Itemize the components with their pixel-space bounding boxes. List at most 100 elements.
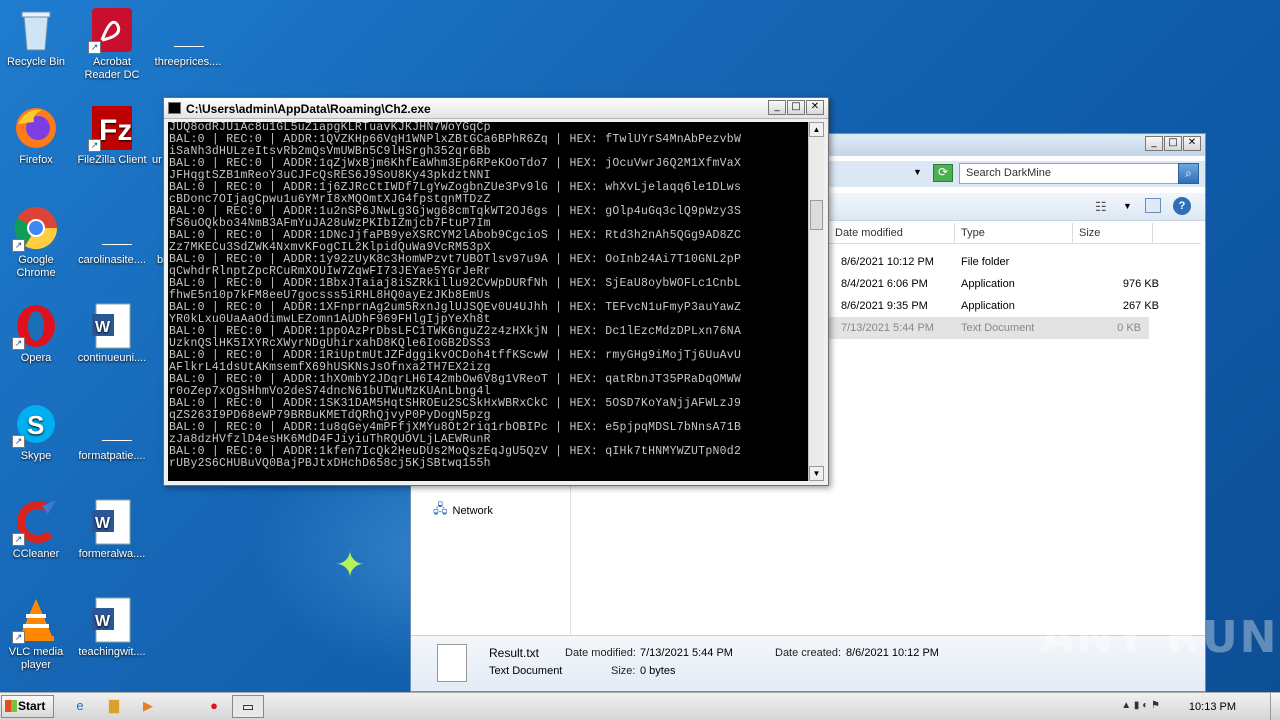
desktop: ✦ Recycle Bin ↗ Acrobat Reader DC threep… xyxy=(0,0,1280,692)
desktop-icon-opera[interactable]: ↗ Opera xyxy=(0,302,74,365)
search-icon[interactable]: ⌕ xyxy=(1178,163,1199,184)
taskbar-clock[interactable]: 10:13 PM xyxy=(1189,701,1236,713)
desktop-icon-label: Acrobat Reader DC xyxy=(84,56,140,81)
details-size-label: Size: xyxy=(611,665,636,677)
maximize-button[interactable]: □ xyxy=(787,100,805,115)
details-size: 0 bytes xyxy=(640,665,676,677)
desktop-icon-label: Recycle Bin xyxy=(6,56,66,68)
firefox-icon xyxy=(12,104,60,152)
minimize-button[interactable]: _ xyxy=(1145,136,1163,151)
acrobat-icon: ↗ xyxy=(88,6,136,54)
desktop-icon-label: teachingwit.... xyxy=(78,646,146,658)
scroll-down-icon[interactable]: ▼ xyxy=(809,466,824,481)
media-player-taskbar-icon[interactable]: ▶ xyxy=(134,695,162,718)
desktop-icon-label: VLC media player xyxy=(8,646,64,671)
start-button[interactable]: Start xyxy=(1,695,54,718)
desktop-icon-formatpatie[interactable]: formatpatie.... xyxy=(74,400,150,463)
column-type[interactable]: Type xyxy=(955,223,1073,243)
search-input[interactable]: Search DarkMine xyxy=(959,163,1199,184)
blank-file-icon xyxy=(164,6,212,54)
file-row-selected[interactable]: 7/13/2021 5:44 PM Text Document 0 KB xyxy=(829,317,1149,339)
desktop-icon-continueuni[interactable]: W continueuni.... xyxy=(74,302,150,365)
address-dropdown-icon[interactable]: ▼ xyxy=(913,167,922,177)
desktop-icon-label: carolinasite.... xyxy=(78,254,146,266)
desktop-icon-firefox[interactable]: Firefox xyxy=(0,104,74,167)
details-type: Text Document xyxy=(489,665,563,677)
details-created-label: Date created: xyxy=(775,647,842,659)
console-taskbar-icon[interactable]: ▭ xyxy=(232,695,264,718)
ccleaner-icon: ↗ xyxy=(12,498,60,546)
desktop-icon-chrome[interactable]: ↗ Google Chrome xyxy=(0,204,74,280)
desktop-icon-ccleaner[interactable]: ↗ CCleaner xyxy=(0,498,74,561)
close-button[interactable]: ✕ xyxy=(806,100,824,115)
console-window: C:\Users\admin\AppData\Roaming\Ch2.exe _… xyxy=(163,97,829,486)
file-date: 7/13/2021 5:44 PM xyxy=(841,322,934,334)
svg-text:W: W xyxy=(95,515,111,532)
preview-pane-icon[interactable] xyxy=(1145,198,1161,213)
text-file-icon xyxy=(437,644,467,682)
ie-taskbar-icon[interactable]: e xyxy=(66,695,94,718)
refresh-icon[interactable]: ⟳ xyxy=(933,164,953,182)
console-output[interactable]: JUQ8odRJUiAc8u1GL5uZiapgKLRTuavKJKJHN7Wo… xyxy=(168,122,812,481)
desktop-icon-vlc[interactable]: ↗ VLC media player xyxy=(0,596,74,672)
word-doc-icon: W xyxy=(88,498,136,546)
details-filename: Result.txt xyxy=(489,646,540,660)
opera-icon: ↗ xyxy=(12,302,60,350)
view-dropdown-icon[interactable]: ▼ xyxy=(1123,201,1132,211)
maximize-button[interactable]: □ xyxy=(1164,136,1182,151)
show-desktop-button[interactable] xyxy=(1270,693,1280,720)
skype-icon: S ↗ xyxy=(12,400,60,448)
vlc-icon: ↗ xyxy=(12,596,60,644)
file-date: 8/6/2021 10:12 PM xyxy=(841,256,934,268)
taskbar: Start e ▇ ▶ ● ▭ ▲ ▮ ◐ ⚑ 10:13 PM xyxy=(0,692,1280,720)
view-options-icon[interactable]: ☷ xyxy=(1095,199,1107,215)
desktop-icon-threeprices[interactable]: threeprices.... xyxy=(150,6,226,69)
column-header: Date modified Type Size xyxy=(829,223,1201,244)
file-row[interactable]: 8/4/2021 6:06 PM Application 976 KB xyxy=(841,273,1159,295)
details-created: 8/6/2021 10:12 PM xyxy=(846,647,939,659)
desktop-icon-carolinasite[interactable]: carolinasite.... xyxy=(74,204,150,267)
file-type: Application xyxy=(961,300,1015,312)
chrome-icon: ↗ xyxy=(12,204,60,252)
desktop-icon-teachingwit[interactable]: W teachingwit.... xyxy=(74,596,150,659)
close-button[interactable]: ✕ xyxy=(1183,136,1201,151)
desktop-icon-skype[interactable]: S ↗ Skype xyxy=(0,400,74,463)
file-size: 976 KB xyxy=(1122,278,1159,290)
desktop-icon-label: threeprices.... xyxy=(154,56,222,68)
tray-icons[interactable]: ▲ ▮ ◐ ⚑ xyxy=(1121,700,1160,711)
minimize-button[interactable]: _ xyxy=(768,100,786,115)
console-scrollbar[interactable]: ▲ ▼ xyxy=(808,122,824,481)
desktop-icon-recycle-bin[interactable]: Recycle Bin xyxy=(0,6,74,69)
column-size[interactable]: Size xyxy=(1073,223,1153,243)
desktop-icon-acrobat[interactable]: ↗ Acrobat Reader DC xyxy=(74,6,150,82)
details-modified: 7/13/2021 5:44 PM xyxy=(640,647,733,659)
windows-flag-icon xyxy=(5,700,17,712)
details-modified-label: Date modified: xyxy=(565,647,636,659)
console-title: C:\Users\admin\AppData\Roaming\Ch2.exe xyxy=(186,102,431,116)
file-size: 267 KB xyxy=(1122,300,1159,312)
svg-text:W: W xyxy=(95,613,111,630)
file-row[interactable]: 8/6/2021 9:35 PM Application 267 KB xyxy=(841,295,1159,317)
console-line: rUBy2S6CHUBuVQ0BajPBJtxDHchD658cj5KjSBtw… xyxy=(169,457,491,470)
help-icon[interactable]: ? xyxy=(1173,197,1191,215)
nav-item-network[interactable]: 🖧 Network xyxy=(433,500,493,522)
file-type: Application xyxy=(961,278,1015,290)
opera-taskbar-icon[interactable]: ● xyxy=(200,695,228,718)
svg-text:Fz: Fz xyxy=(99,114,132,147)
file-row[interactable]: 8/6/2021 10:12 PM File folder xyxy=(841,251,1159,273)
network-icon: 🖧 xyxy=(433,501,448,516)
desktop-icon-label: Opera xyxy=(20,352,52,364)
filezilla-icon: Fz ↗ xyxy=(88,104,136,152)
blank-file-icon xyxy=(88,204,136,252)
scroll-thumb[interactable] xyxy=(810,200,823,230)
desktop-icon-formeralwa[interactable]: W formeralwa.... xyxy=(74,498,150,561)
file-date: 8/4/2021 6:06 PM xyxy=(841,278,928,290)
file-date: 8/6/2021 9:35 PM xyxy=(841,300,928,312)
explorer-taskbar-icon[interactable]: ▇ xyxy=(100,695,128,718)
column-date-modified[interactable]: Date modified xyxy=(829,223,955,243)
console-titlebar[interactable]: C:\Users\admin\AppData\Roaming\Ch2.exe _… xyxy=(164,98,828,119)
file-type: File folder xyxy=(961,256,1010,268)
start-label: Start xyxy=(18,699,46,713)
scroll-up-icon[interactable]: ▲ xyxy=(809,122,824,137)
svg-text:W: W xyxy=(95,319,111,336)
